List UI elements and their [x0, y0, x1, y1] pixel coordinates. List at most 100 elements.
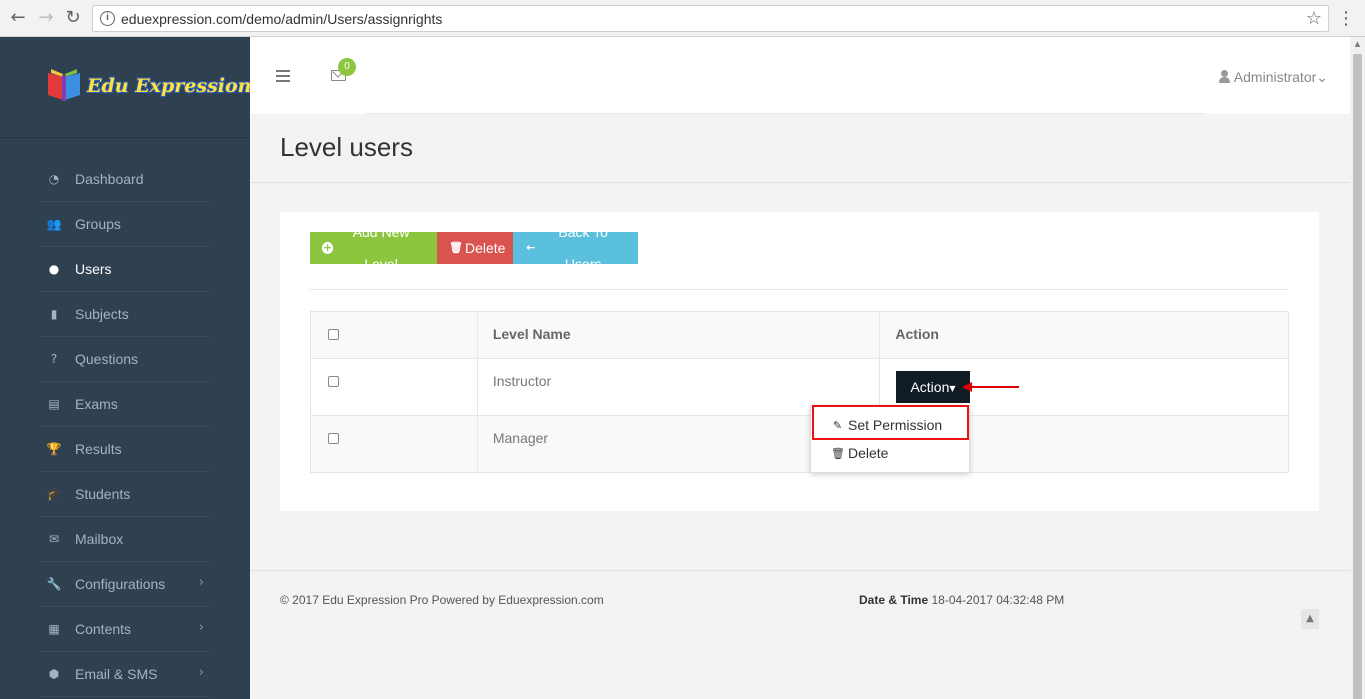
user-icon: ● — [48, 262, 60, 276]
sidebar-item-mailbox[interactable]: ✉ Mailbox — [40, 517, 210, 562]
column-header-level-name: Level Name — [476, 311, 881, 359]
delete-button[interactable]: 🗑 Delete — [437, 232, 513, 264]
scroll-up-arrow-icon[interactable]: ▲ — [1350, 37, 1365, 52]
back-to-users-button[interactable]: ← Back To Users — [513, 224, 638, 272]
sidebar-item-label: Subjects — [75, 306, 129, 322]
select-all-checkbox[interactable] — [328, 329, 339, 340]
sidebar-item-label: Exams — [75, 396, 118, 412]
hamburger-menu-icon[interactable] — [276, 70, 290, 82]
sidebar-item-label: Email & SMS — [75, 666, 158, 682]
sidebar-item-label: Students — [75, 486, 131, 502]
annotation-highlight-box — [812, 405, 969, 440]
sidebar-item-contents[interactable]: ▦ Contents › — [40, 607, 210, 652]
footer: © 2017 Edu Expression Pro Powered by Edu… — [250, 570, 1350, 699]
sidebar-item-results[interactable]: 🏆 Results — [40, 427, 210, 472]
sidebar-item-subjects[interactable]: ▮ Subjects — [40, 292, 210, 337]
url-text[interactable]: eduexpression.com/demo/admin/Users/assig… — [121, 11, 442, 27]
chevron-right-icon: › — [198, 575, 204, 590]
action-label: Action — [910, 379, 950, 395]
sidebar-item-label: Results — [75, 441, 122, 457]
page-heading: Level users — [250, 114, 1350, 183]
wrench-icon: 🔧 — [46, 577, 62, 591]
trash-icon: 🗑 — [449, 241, 463, 254]
sidebar-item-dashboard[interactable]: ◔ Dashboard — [40, 157, 210, 202]
add-new-level-label: Add New Level — [352, 224, 410, 272]
info-icon[interactable]: i — [100, 11, 115, 26]
sidebar-item-questions[interactable]: ? Questions — [40, 337, 210, 382]
action-dropdown-button[interactable]: Action▼ — [896, 371, 970, 403]
sidebar-item-configurations[interactable]: 🔧 Configurations › — [40, 562, 210, 607]
sidebar-item-students[interactable]: 🎓 Students — [40, 472, 210, 517]
select-all-cell — [310, 311, 478, 359]
table-row: Manager — [310, 415, 1289, 473]
add-new-level-button[interactable]: + Add New Level — [310, 224, 437, 272]
sidebar-item-label: Configurations — [75, 576, 166, 592]
date-time: Date & Time 18-04-2017 04:32:48 PM — [859, 593, 1064, 607]
panel-divider — [310, 289, 1289, 290]
envelope-icon: ✉ — [48, 532, 60, 546]
user-icon — [1218, 70, 1230, 83]
users-icon: 👥 — [46, 217, 62, 231]
sidebar-item-label: Dashboard — [75, 171, 144, 187]
trophy-icon: 🏆 — [46, 442, 62, 456]
content-panel: + Add New Level 🗑 Delete ← Back To Users Le… — [280, 212, 1319, 511]
sidebar-item-exams[interactable]: ▤ Exams — [40, 382, 210, 427]
forward-arrow-icon[interactable]: → — [36, 8, 56, 28]
logo-divider — [0, 137, 250, 138]
plus-circle-icon: + — [322, 241, 334, 254]
table-row: Instructor — [310, 358, 1289, 416]
delete-menu-item[interactable]: 🗑 Delete — [831, 445, 888, 461]
levels-table: Level Name Action Instructor Manager — [310, 311, 1289, 473]
top-header: 0 Administrator⌄ — [250, 37, 1350, 114]
logo-text: Edu Expression — [87, 75, 252, 97]
row-select-cell — [310, 358, 478, 416]
sidebar-item-label: Contents — [75, 621, 132, 637]
delete-menu-label: Delete — [848, 445, 889, 461]
sidebar-item-email-sms[interactable]: ⬢ Email & SMS › — [40, 652, 210, 697]
book-logo-icon — [48, 69, 80, 101]
browser-toolbar: ← → ↻ i eduexpression.com/demo/admin/Use… — [0, 0, 1365, 37]
user-name: Administrator — [1233, 69, 1317, 85]
trash-icon: 🗑 — [831, 446, 845, 460]
chevron-right-icon: › — [198, 620, 204, 635]
row-checkbox[interactable] — [328, 433, 339, 444]
sidebar-item-users[interactable]: ● Users — [40, 247, 210, 292]
annotation-arrow-head — [962, 382, 972, 392]
browser-menu-icon[interactable]: ⋮ — [1337, 8, 1355, 29]
table-header-row: Level Name Action — [310, 311, 1289, 359]
chevron-right-icon: › — [198, 665, 204, 680]
scroll-thumb[interactable] — [1353, 54, 1362, 699]
shield-icon: ⬢ — [48, 667, 60, 681]
back-to-users-label: Back To Users — [558, 224, 608, 272]
question-icon: ? — [50, 352, 58, 366]
chevron-down-icon: ⌄ — [1316, 69, 1328, 85]
sidebar-item-groups[interactable]: 👥 Groups — [40, 202, 210, 247]
sidebar-item-label: Mailbox — [75, 531, 124, 547]
bookmark-star-icon[interactable]: ☆ — [1306, 8, 1322, 29]
page-title: Level users — [280, 132, 413, 162]
annotation-arrow-line — [972, 386, 1019, 388]
address-bar[interactable]: i eduexpression.com/demo/admin/Users/ass… — [92, 5, 1329, 32]
sidebar-menu: ◔ Dashboard 👥 Groups ● Users ▮ Subjects? Questio… — [40, 157, 210, 697]
graduation-cap-icon: 🎓 — [46, 487, 62, 501]
toolbar: + Add New Level 🗑 Delete ← Back To Users — [310, 224, 638, 272]
sidebar-item-label: Questions — [75, 351, 139, 367]
reload-icon[interactable]: ↻ — [63, 8, 83, 28]
delete-label: Delete — [465, 240, 506, 256]
user-menu[interactable]: Administrator⌄ — [1218, 69, 1328, 86]
copyright-text: © 2017 Edu Expression Pro Powered by Edu… — [280, 593, 604, 607]
sidebar-item-label: Users — [75, 261, 112, 277]
page-scrollbar[interactable]: ▲ — [1350, 37, 1365, 699]
logo[interactable]: Edu Expression — [46, 65, 252, 105]
caret-down-icon: ▼ — [949, 384, 956, 393]
arrow-left-icon: ← — [526, 241, 536, 254]
back-arrow-icon[interactable]: ← — [8, 8, 28, 28]
sidebar-item-label: Groups — [75, 216, 121, 232]
row-checkbox[interactable] — [328, 376, 339, 387]
column-header-action: Action — [879, 311, 1289, 359]
scroll-to-top-button[interactable]: ▲ — [1301, 609, 1319, 629]
date-time-label: Date & Time — [859, 593, 929, 607]
list-icon: ▤ — [48, 397, 60, 411]
mail-count-badge[interactable]: 0 — [338, 58, 356, 76]
book-icon: ▮ — [50, 307, 58, 321]
